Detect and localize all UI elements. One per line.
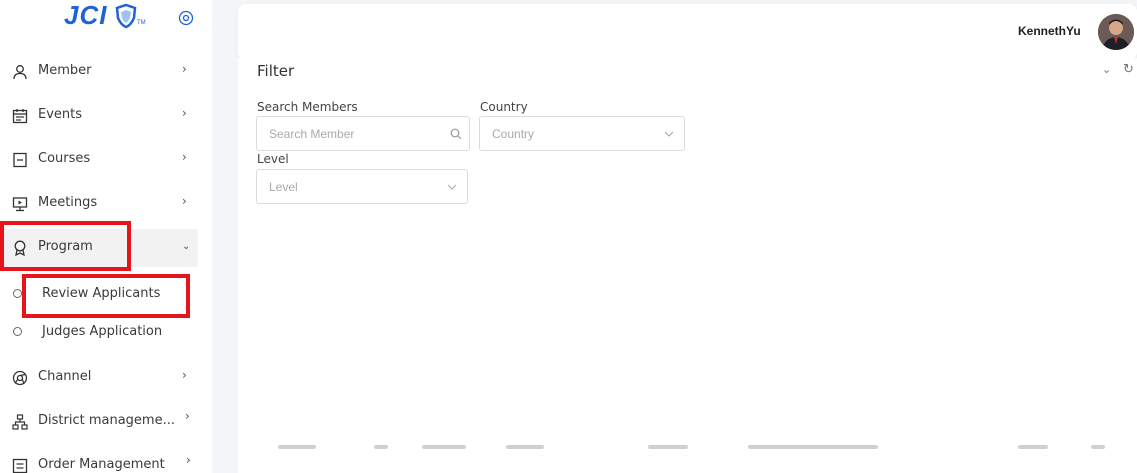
- program-highlight-box: [0, 221, 131, 271]
- sidebar-item-order-management[interactable]: Order Management ›: [0, 447, 198, 473]
- country-label: Country: [480, 100, 528, 114]
- table-header-cell: [1091, 445, 1105, 449]
- sidebar-item-channel[interactable]: Channel ›: [0, 359, 198, 397]
- chevron-down-icon: [447, 184, 457, 190]
- chrome-icon: [12, 370, 28, 386]
- refresh-icon[interactable]: ↻: [1123, 61, 1134, 77]
- user-icon: [13, 65, 27, 80]
- chevron-right-icon: ›: [182, 368, 187, 382]
- country-select[interactable]: Country: [479, 116, 685, 151]
- chevron-right-icon: ›: [182, 62, 187, 76]
- sidebar-item-courses[interactable]: Courses ›: [0, 141, 198, 179]
- chevron-right-icon: ›: [182, 194, 187, 208]
- top-header: KennethYu: [238, 4, 1137, 60]
- sidebar-item-label: Events: [38, 107, 83, 122]
- table-header-cell: [278, 445, 316, 449]
- chevron-right-icon: ›: [186, 453, 191, 467]
- level-label: Level: [257, 152, 289, 166]
- table-header-cell: [422, 445, 466, 449]
- sidebar-item-label: District manageme...: [38, 413, 175, 428]
- calendar-icon: [12, 109, 28, 124]
- table-header-row-cutoff: [238, 442, 1137, 473]
- search-member-placeholder: Search Member: [269, 127, 355, 141]
- search-icon: [450, 128, 462, 140]
- table-header-cell: [748, 445, 878, 449]
- avatar[interactable]: [1098, 14, 1134, 50]
- table-header-cell: [1018, 445, 1048, 449]
- collapse-sidebar-icon[interactable]: [178, 10, 194, 26]
- bullet-circle-icon: [13, 289, 22, 298]
- sidebar: JCI TM Member › Events › Courses › Meeti…: [0, 0, 212, 473]
- search-members-label: Search Members: [257, 100, 358, 114]
- sidebar-item-member[interactable]: Member ›: [0, 53, 198, 91]
- list-icon: [12, 458, 28, 473]
- shield-logo-icon: [115, 3, 137, 29]
- trademark-mark: TM: [137, 20, 146, 26]
- level-placeholder: Level: [269, 180, 298, 194]
- sidebar-item-meetings[interactable]: Meetings ›: [0, 185, 198, 223]
- sidebar-item-label: Meetings: [38, 195, 98, 210]
- sidebar-item-label: Channel: [38, 369, 92, 384]
- search-member-input[interactable]: Search Member: [256, 116, 470, 151]
- sidebar-item-label: Order Management: [38, 457, 165, 472]
- table-header-cell: [374, 445, 388, 449]
- chevron-down-icon: [664, 131, 674, 137]
- main-content: Filter ⌄ ↻ Search Members Search Member …: [238, 58, 1137, 473]
- chevron-down-icon: ⌄: [182, 241, 191, 252]
- review-applicants-highlight-box: [22, 274, 190, 318]
- sitemap-icon: [12, 414, 28, 430]
- avatar-image: [1098, 14, 1134, 50]
- table-header-cell: [648, 445, 688, 449]
- level-select[interactable]: Level: [256, 169, 468, 204]
- username[interactable]: KennethYu: [1018, 24, 1081, 38]
- book-icon: [13, 152, 27, 168]
- sidebar-subitem-label: Judges Application: [42, 324, 163, 339]
- filter-title: Filter: [257, 62, 295, 80]
- logo-row: JCI TM: [0, 0, 212, 38]
- sidebar-item-events[interactable]: Events ›: [0, 97, 198, 135]
- chevron-right-icon: ›: [182, 150, 187, 164]
- bullet-circle-icon: [13, 327, 22, 336]
- sidebar-item-label: Courses: [38, 151, 91, 166]
- sidebar-subitem-judges-application[interactable]: Judges Application: [0, 315, 198, 349]
- sidebar-item-label: Member: [38, 63, 92, 78]
- chevron-right-icon: ›: [185, 409, 190, 423]
- chevron-down-icon[interactable]: ⌄: [1102, 63, 1111, 76]
- jci-logo: JCI: [64, 0, 108, 30]
- country-placeholder: Country: [492, 127, 535, 141]
- sidebar-item-district-management[interactable]: District manageme... ›: [0, 403, 198, 441]
- table-header-cell: [506, 445, 544, 449]
- chevron-right-icon: ›: [182, 106, 187, 120]
- presentation-icon: [12, 197, 28, 212]
